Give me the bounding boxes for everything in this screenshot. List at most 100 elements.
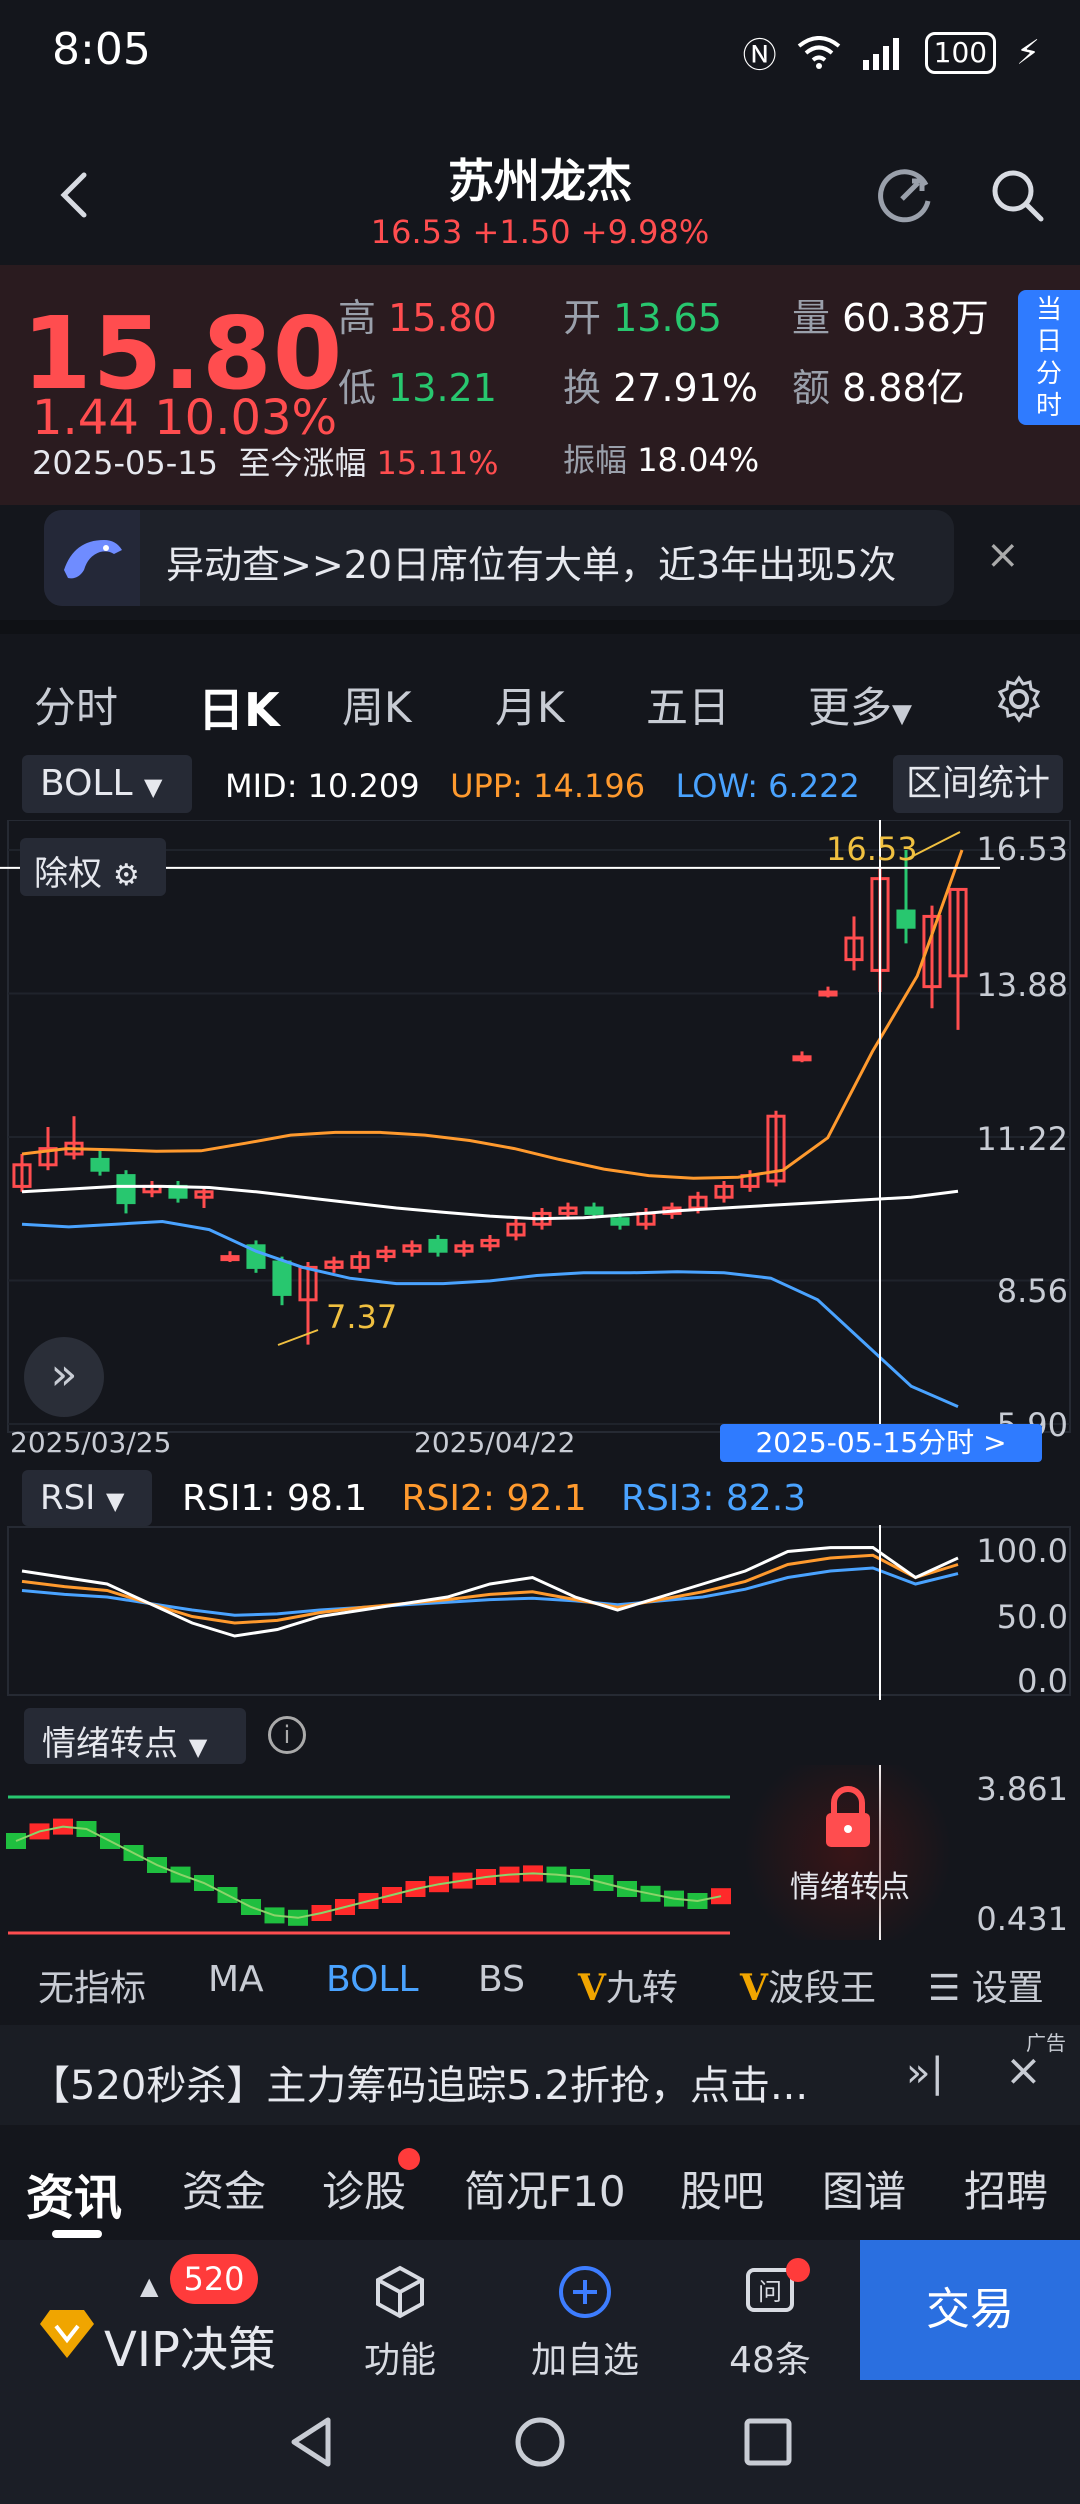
nav-back-icon[interactable] (284, 2414, 340, 2470)
action-bar: ▲ 520 VIP决策 功能 加自选 问 48条 交易 (0, 2240, 1080, 2383)
function-button[interactable]: 功能 (340, 2262, 460, 2383)
system-icons: Ⓝ 100 ⚡ (743, 28, 1040, 77)
adjust-button[interactable]: 除权 ⚙ (20, 838, 166, 896)
tab-intraday[interactable]: 分时 (34, 674, 118, 735)
y-tick: 0.431 (976, 1900, 1068, 1938)
rsi-values: RSI1: 98.1 RSI2: 92.1 RSI3: 82.3 (182, 1478, 807, 1519)
rsi-bar: RSI ▼ RSI1: 98.1 RSI2: 92.1 RSI3: 82.3 (0, 1462, 1080, 1532)
tab-more[interactable]: 更多▼ (808, 674, 912, 735)
tab-diagnosis[interactable]: 诊股 (322, 2158, 406, 2219)
low-marker-label: 7.37 (326, 1298, 398, 1336)
wifi-icon (797, 35, 840, 69)
diamond-icon (40, 2310, 94, 2358)
tab-five-day[interactable]: 五日 (646, 674, 730, 735)
chevron-down-icon: ▼ (106, 1487, 125, 1515)
boll-upper-line (21, 849, 964, 1180)
candle-body (818, 990, 838, 997)
indicator-settings[interactable]: ☰ 设置 (928, 1959, 1044, 2011)
boll-mid-line (21, 1184, 959, 1221)
x-date-label: 2025/03/25 (10, 1426, 172, 1459)
add-watchlist-button[interactable]: 加自选 (520, 2262, 650, 2383)
settings-list-icon: ☰ (928, 1968, 961, 2009)
caret-up-icon: ▲ (140, 2272, 159, 2300)
indicator-bs[interactable]: BS (478, 1959, 525, 2000)
expand-icon[interactable]: » (24, 1337, 104, 1417)
questions-button[interactable]: 问 48条 (710, 2262, 830, 2383)
tab-graph[interactable]: 图谱 (822, 2158, 906, 2219)
ad-text: 【520秒杀】主力筹码追踪5.2折抢，点击... (30, 2063, 809, 2109)
nav-home-icon[interactable] (512, 2414, 568, 2470)
candle-body (792, 1055, 812, 1062)
tab-funds[interactable]: 资金 (182, 2158, 266, 2219)
indicator-nine-turn[interactable]: V九转 (578, 1959, 678, 2011)
close-icon[interactable]: × (986, 532, 1020, 578)
rsi-select[interactable]: RSI ▼ (22, 1470, 152, 1526)
amount-value: 额 8.88亿 (792, 366, 965, 410)
tab-monthly-k[interactable]: 月K (495, 674, 565, 735)
candle-body (90, 1157, 110, 1172)
clock: 8:05 (52, 24, 151, 75)
y-tick: 13.88 (976, 966, 1068, 1004)
alert-banner[interactable]: 异动查>>20日席位有大单，近3年出现5次 (44, 510, 954, 606)
amplitude-value: 振幅 18.04% (563, 441, 760, 479)
tab-profile-f10[interactable]: 简况F10 (464, 2158, 626, 2219)
crosshair-date-button[interactable]: 2025-05-15分时 > (720, 1424, 1042, 1462)
emotion-lock-label: 情绪转点 (790, 1870, 910, 1905)
tab-news[interactable]: 资讯 (26, 2158, 122, 2228)
indicator-boll[interactable]: BOLL (326, 1959, 419, 2000)
nfc-icon: Ⓝ (742, 36, 777, 76)
close-icon[interactable]: × (1005, 2045, 1042, 2096)
chevron-down-icon: ▼ (892, 699, 913, 729)
header: 苏州龙杰 16.53 +1.50 +9.98% (0, 105, 1080, 265)
candle-body (272, 1260, 292, 1296)
vip-badge: 520 (170, 2254, 258, 2304)
v-icon: V (740, 1967, 768, 2009)
boll-bar: BOLL ▼ MID: 10.209 UPP: 14.196 LOW: 6.22… (0, 745, 1080, 825)
search-icon[interactable] (985, 163, 1051, 229)
x-date-label: 2025/04/22 (414, 1426, 576, 1459)
nav-recent-icon[interactable] (742, 2416, 794, 2468)
refresh-icon[interactable] (872, 163, 938, 229)
trade-button[interactable]: 交易 (860, 2240, 1080, 2380)
candle-body (584, 1206, 604, 1215)
quote-panel: 15.80 1.44 10.03% 2025-05-15 至今涨幅 15.11%… (0, 265, 1080, 505)
candle-body (116, 1174, 136, 1205)
rsi-chart[interactable] (0, 1525, 1080, 1700)
since-date-gain: 2025-05-15 至今涨幅 15.11% (32, 444, 499, 482)
range-stats-button[interactable]: 区间统计 (893, 755, 1063, 813)
candle-body (610, 1217, 630, 1226)
navigation-bar (0, 2380, 1080, 2504)
battery-icon: 100 (924, 31, 997, 74)
vip-decision-button[interactable]: VIP决策 (104, 2310, 276, 2380)
crosshair-price-label: 16.53 (826, 830, 918, 868)
gear-icon[interactable] (994, 674, 1044, 724)
indicator-ma[interactable]: MA (208, 1959, 264, 2000)
tab-weekly-k[interactable]: 周K (342, 674, 412, 735)
y-tick: 3.861 (976, 1770, 1068, 1808)
chevron-down-icon: ▼ (188, 1733, 208, 1761)
indicator-wave-king[interactable]: V波段王 (740, 1959, 876, 2011)
intraday-button[interactable]: 当日分时 (1018, 290, 1080, 425)
indicator-select[interactable]: BOLL ▼ (22, 755, 192, 813)
candle-body (896, 909, 916, 929)
tab-recruit[interactable]: 招聘 (964, 2158, 1048, 2219)
v-icon: V (578, 1967, 606, 2009)
emotion-lock-overlay[interactable] (728, 1765, 968, 1940)
y-tick: 50.0 (996, 1598, 1068, 1636)
gear-icon: ⚙ (112, 858, 140, 893)
high-value: 高 15.80 (338, 296, 497, 340)
turnover-value: 换 27.91% (563, 366, 759, 410)
alert-text: 异动查>>20日席位有大单，近3年出现5次 (166, 543, 897, 587)
emotion-select[interactable]: 情绪转点 ▼ (24, 1708, 246, 1764)
double-chevron-right-icon[interactable]: »| (906, 2050, 944, 2096)
indicator-none[interactable]: 无指标 (38, 1959, 146, 2011)
emotion-bar: 情绪转点 ▼ i (0, 1700, 1080, 1770)
info-icon[interactable]: i (268, 1716, 306, 1754)
tab-daily-k[interactable]: 日K (198, 674, 280, 740)
k-line-chart[interactable] (0, 820, 1080, 1460)
tab-forum[interactable]: 股吧 (680, 2158, 764, 2219)
notification-dot (398, 2148, 420, 2170)
charging-icon: ⚡ (1016, 32, 1040, 73)
chevron-down-icon: ▼ (143, 773, 163, 801)
lock-icon (826, 1786, 870, 1847)
